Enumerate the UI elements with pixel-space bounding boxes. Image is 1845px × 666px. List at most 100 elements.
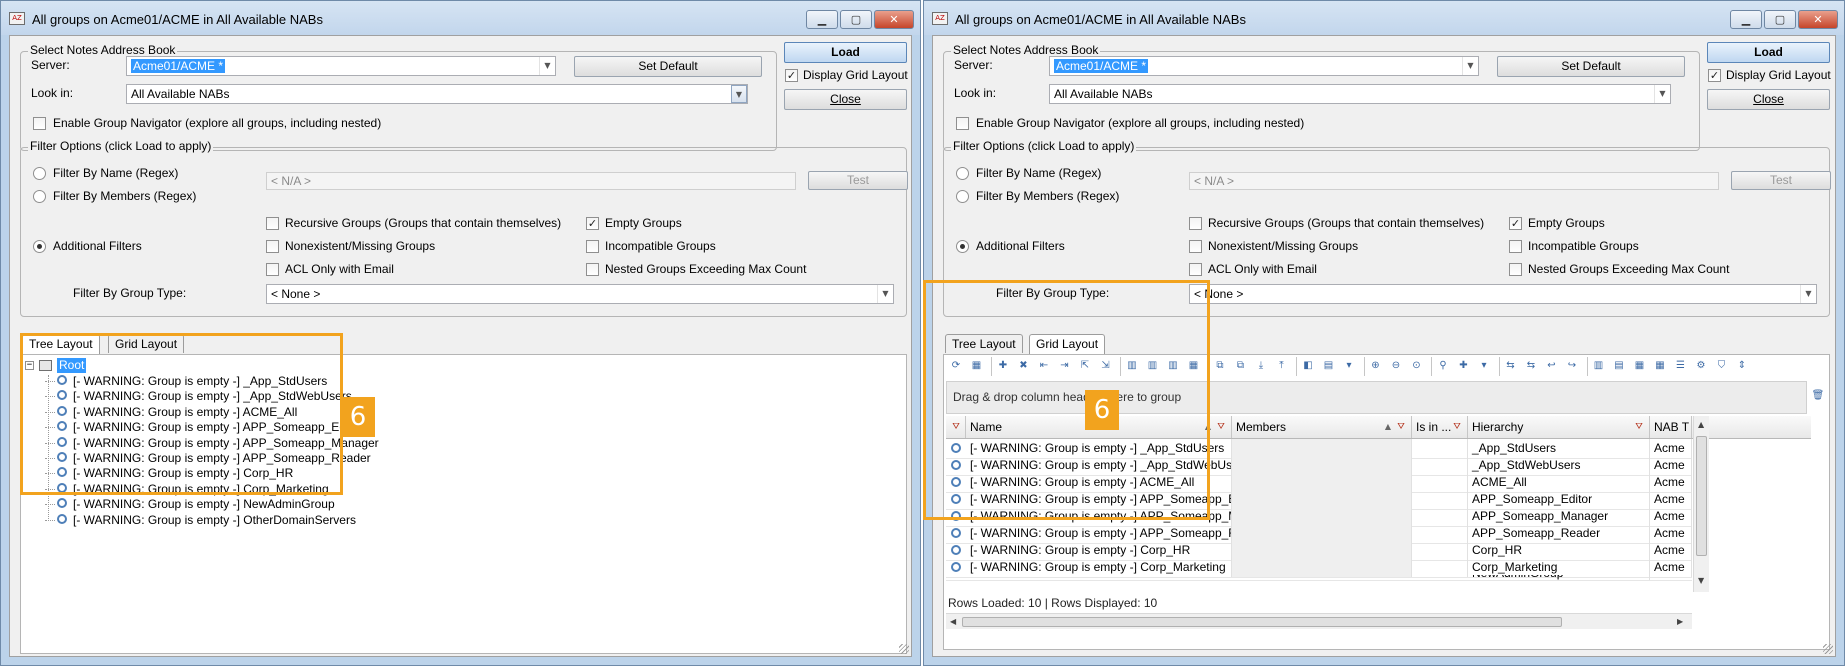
vertical-scrollbar[interactable]: ▲ ▼ (1693, 416, 1709, 592)
toolbar-button-icon[interactable]: ⇆ (1503, 358, 1519, 374)
col-header-hierarchy[interactable]: Hierarchy ⛛ (1468, 416, 1650, 438)
close-window-button[interactable]: ✕ (874, 10, 914, 29)
toolbar-button-icon[interactable]: ⟳ (948, 358, 964, 374)
nested-checkbox[interactable] (1509, 263, 1522, 276)
scroll-left-icon[interactable]: ◀ (950, 617, 956, 626)
toolbar-button-icon[interactable]: ⤒ (1274, 358, 1290, 374)
toolbar-button-icon[interactable]: ⇆ (1523, 358, 1539, 374)
toolbar-button-icon[interactable]: ⇱ (1077, 358, 1093, 374)
filter-members-radio[interactable] (956, 190, 969, 203)
toolbar-button-icon[interactable]: ⧉ (1212, 358, 1228, 374)
toolbar-button-icon[interactable]: ⚲ (1435, 358, 1451, 374)
toolbar-button-icon[interactable]: ▾ (1341, 358, 1357, 374)
tab-grid-layout[interactable]: Grid Layout (1029, 334, 1106, 354)
load-button[interactable]: Load (784, 42, 907, 63)
recursive-checkbox[interactable] (266, 217, 279, 230)
tab-tree-layout[interactable]: Tree Layout (945, 334, 1023, 353)
display-grid-checkbox[interactable]: ✓ (785, 69, 798, 82)
col-header-is-in[interactable]: Is in ... ⛛ (1412, 416, 1468, 438)
nonexistent-checkbox[interactable] (1189, 240, 1202, 253)
server-combo[interactable]: Acme01/ACME * ▼ (1049, 56, 1479, 76)
minimize-button[interactable]: ▁ (1730, 10, 1762, 29)
toolbar-button-icon[interactable]: ▥ (1591, 358, 1607, 374)
lookin-combo[interactable]: All Available NABs ▼ (1049, 84, 1671, 104)
toolbar-button-icon[interactable]: ✖ (1016, 358, 1032, 374)
vertical-scroll-thumb[interactable] (1696, 436, 1707, 556)
toolbar-button-icon[interactable]: ⇕ (1734, 358, 1750, 374)
toolbar-button-icon[interactable]: ▦ (1652, 358, 1668, 374)
toolbar-button-icon[interactable]: ▦ (969, 358, 985, 374)
tab-tree-layout[interactable]: Tree Layout (22, 334, 100, 354)
maximize-button[interactable]: ▢ (840, 10, 872, 29)
collapse-icon[interactable]: − (25, 361, 34, 370)
toolbar-button-icon[interactable]: ▤ (1611, 358, 1627, 374)
test-button[interactable]: Test (808, 171, 908, 190)
col-header-nab[interactable]: NAB T (1650, 416, 1692, 438)
regex-input[interactable]: < N/A > (266, 172, 796, 190)
additional-filters-radio[interactable] (956, 240, 969, 253)
horizontal-scrollbar[interactable]: ◀ ▶ (946, 613, 1692, 629)
toolbar-button-icon[interactable]: ▤ (1321, 358, 1337, 374)
scroll-right-icon[interactable]: ▶ (1677, 617, 1683, 626)
toolbar-button-icon[interactable]: ◧ (1300, 358, 1316, 374)
set-default-button[interactable]: Set Default (1497, 56, 1685, 77)
toolbar-button-icon[interactable]: ▦ (1632, 358, 1648, 374)
filter-icon[interactable]: ⛛ (950, 421, 962, 433)
minimize-button[interactable]: ▁ (806, 10, 838, 29)
toolbar-button-icon[interactable]: ⧉ (1233, 358, 1249, 374)
chevron-down-icon[interactable]: ▼ (731, 85, 747, 103)
toolbar-button-icon[interactable]: ⛉ (1714, 358, 1730, 374)
chevron-down-icon[interactable]: ▼ (1462, 57, 1478, 75)
toolbar-button-icon[interactable]: ⊕ (1368, 358, 1384, 374)
toolbar-button-icon[interactable]: ⇤ (1036, 358, 1052, 374)
toolbar-button-icon[interactable]: ✚ (995, 358, 1011, 374)
toolbar-button-icon[interactable]: ⊙ (1409, 358, 1425, 374)
display-grid-checkbox[interactable]: ✓ (1708, 69, 1721, 82)
toolbar-button-icon[interactable]: ⇥ (1057, 358, 1073, 374)
toolbar-button-icon[interactable]: ▥ (1165, 358, 1181, 374)
chevron-down-icon[interactable]: ▼ (1654, 85, 1670, 103)
set-default-button[interactable]: Set Default (574, 56, 762, 77)
empty-groups-checkbox[interactable]: ✓ (586, 217, 599, 230)
lookin-combo[interactable]: All Available NABs ▼ (126, 84, 748, 104)
toolbar-button-icon[interactable]: ⊖ (1388, 358, 1404, 374)
col-header-members[interactable]: Members ▲ ⛛ (1232, 416, 1412, 438)
maximize-button[interactable]: ▢ (1764, 10, 1796, 29)
chevron-down-icon[interactable]: ▼ (877, 285, 893, 303)
additional-filters-radio[interactable] (33, 240, 46, 253)
group-by-area[interactable]: Drag & drop column headers here to group (946, 381, 1807, 414)
close-button[interactable]: Close (784, 89, 907, 110)
recursive-checkbox[interactable] (1189, 217, 1202, 230)
toolbar-button-icon[interactable]: ↪ (1564, 358, 1580, 374)
toolbar-button-icon[interactable]: ⤓ (1253, 358, 1269, 374)
toolbar-button-icon[interactable]: ▦ (1186, 358, 1202, 374)
server-combo[interactable]: Acme01/ACME * ▼ (126, 56, 556, 76)
resize-grip[interactable] (899, 644, 909, 654)
trash-icon[interactable]: 🗑 (1810, 388, 1826, 404)
toolbar-button-icon[interactable]: ⚙ (1693, 358, 1709, 374)
regex-input[interactable]: < N/A > (1189, 172, 1719, 190)
group-type-combo[interactable]: < None > ▼ (1189, 284, 1817, 304)
table-row-partial[interactable]: NewAdminGroup (946, 575, 1692, 581)
acl-only-checkbox[interactable] (266, 263, 279, 276)
close-button[interactable]: Close (1707, 89, 1830, 110)
toolbar-button-icon[interactable]: ⇲ (1098, 358, 1114, 374)
filter-icon[interactable]: ⛛ (1215, 421, 1227, 433)
horizontal-scroll-thumb[interactable] (962, 617, 1562, 627)
group-type-combo[interactable]: < None > ▼ (266, 284, 894, 304)
toolbar-button-icon[interactable]: ✚ (1456, 358, 1472, 374)
close-window-button[interactable]: ✕ (1798, 10, 1838, 29)
toolbar-button-icon[interactable]: ▾ (1476, 358, 1492, 374)
toolbar-button-icon[interactable]: ▥ (1124, 358, 1140, 374)
toolbar-button-icon[interactable]: ☰ (1673, 358, 1689, 374)
filter-name-radio[interactable] (33, 167, 46, 180)
nested-checkbox[interactable] (586, 263, 599, 276)
filter-name-radio[interactable] (956, 167, 969, 180)
enable-navigator-checkbox[interactable] (33, 117, 46, 130)
test-button[interactable]: Test (1731, 171, 1831, 190)
chevron-down-icon[interactable]: ▼ (1800, 285, 1816, 303)
load-button[interactable]: Load (1707, 42, 1830, 63)
filter-icon[interactable]: ⛛ (1451, 421, 1463, 433)
filter-members-radio[interactable] (33, 190, 46, 203)
scroll-up-icon[interactable]: ▲ (1698, 420, 1704, 429)
